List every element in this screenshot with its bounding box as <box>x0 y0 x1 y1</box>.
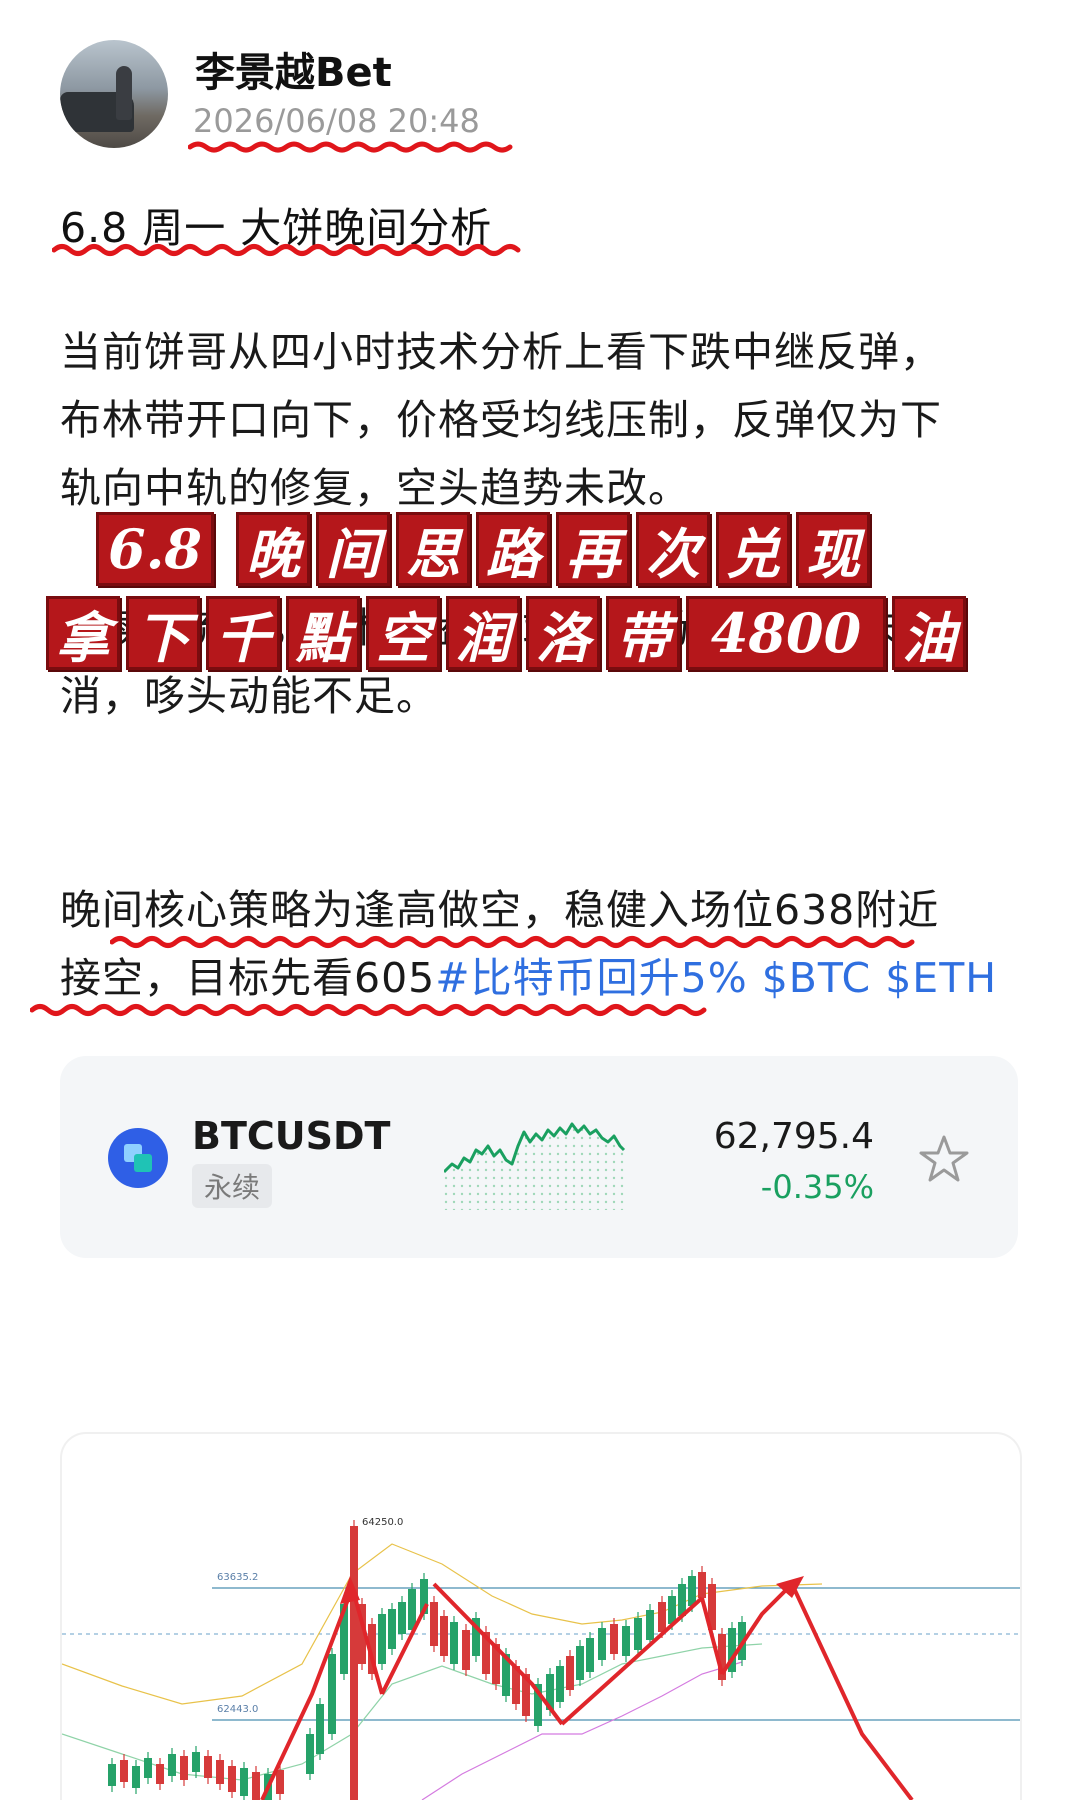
stamp-char: 再 <box>556 512 630 586</box>
stamp-char: 油 <box>892 596 966 670</box>
candle-body <box>328 1654 336 1734</box>
candle-body <box>576 1646 584 1680</box>
upper-level-label: 63635.2 <box>217 1572 258 1583</box>
stamp-char: 洛 <box>526 596 600 670</box>
stamp-char: 拿 <box>46 596 120 670</box>
candle-body <box>634 1618 642 1650</box>
chart-arrows <box>260 1576 914 1800</box>
trend-arrow-down-4 <box>790 1583 914 1800</box>
candle-body <box>398 1602 406 1634</box>
candle-body <box>658 1602 666 1632</box>
paragraph-line: 当前饼哥从四小时技术分析上看下跌中继反弹， <box>60 328 942 376</box>
stamp-char: 路 <box>476 512 550 586</box>
price-sparkline <box>444 1122 626 1210</box>
candle-body <box>698 1572 706 1598</box>
author-name[interactable]: 李景越Bet <box>195 40 392 98</box>
paragraph-line: 布林带开口向下，价格受均线压制，反弹仅为下 <box>60 396 942 444</box>
candle-body <box>306 1734 314 1774</box>
candle-body <box>144 1758 152 1778</box>
post-paragraph-1: 当前饼哥从四小时技术分析上看下跌中继反弹， 布林带开口向下，价格受均线压制，反弹… <box>60 318 1020 522</box>
candle-body <box>598 1628 606 1660</box>
stamp-char: 千 <box>206 596 280 670</box>
stamp-char: 空 <box>366 596 440 670</box>
candle-body <box>556 1666 564 1702</box>
stamp-spacer <box>220 512 230 586</box>
candle-body <box>168 1754 176 1776</box>
candle-body <box>180 1756 188 1780</box>
candle-body <box>316 1704 324 1754</box>
candle-body <box>430 1602 438 1646</box>
stamp-char: 思 <box>396 512 470 586</box>
chart-card[interactable]: 64250.0 63635.2 62443.0 <box>60 1432 1022 1800</box>
chart-candles <box>108 1520 746 1800</box>
coin-icon <box>108 1128 168 1188</box>
red-underline-timestamp <box>188 141 513 153</box>
star-icon[interactable] <box>918 1134 970 1184</box>
candle-body <box>646 1610 654 1640</box>
candle-body <box>610 1624 618 1654</box>
candle-body <box>252 1772 260 1800</box>
candle-body <box>378 1614 386 1664</box>
candle-body <box>156 1764 164 1784</box>
ticker-card[interactable]: BTCUSDT 永续 62,795.4 -0.35% <box>60 1056 1018 1258</box>
contract-type-badge: 永续 <box>192 1164 273 1208</box>
middle-band <box>62 1643 763 1781</box>
stamp-char: 次 <box>636 512 710 586</box>
candle-body <box>462 1630 470 1670</box>
strategy-text: 接空，目标先看605 <box>60 954 436 1002</box>
high-price-label: 64250.0 <box>362 1517 403 1528</box>
stamp-char: 4800 <box>686 596 886 670</box>
candle-body <box>450 1622 458 1664</box>
stamp-char: 6.8 <box>96 512 214 586</box>
stamp-char: 點 <box>286 596 360 670</box>
stamp-char: 兑 <box>716 512 790 586</box>
candle-body <box>216 1760 224 1784</box>
stamp-char: 带 <box>606 596 680 670</box>
stamp-overlay-line-2: 拿 下 千 點 空 润 洛 带 4800 油 <box>46 596 966 670</box>
stamp-char: 润 <box>446 596 520 670</box>
candle-body <box>276 1770 284 1794</box>
candle-body <box>688 1576 696 1606</box>
lower-level-label: 62443.0 <box>217 1704 258 1715</box>
hashtag-link[interactable]: #比特币回升5% $BTC $ETH <box>435 954 997 1002</box>
lower-band <box>421 1661 743 1800</box>
post-timestamp: 2026/06/08 20:48 <box>193 102 480 140</box>
candle-body <box>350 1526 358 1800</box>
stamp-char: 间 <box>316 512 390 586</box>
candle-body <box>440 1616 448 1656</box>
ticker-change: -0.35% <box>760 1168 874 1206</box>
red-underline-strategy-1 <box>110 936 915 948</box>
candle-body <box>120 1760 128 1782</box>
candle-body <box>108 1764 116 1786</box>
ticker-symbol: BTCUSDT <box>192 1114 391 1158</box>
person-silhouette <box>116 66 132 120</box>
candle-body <box>132 1766 140 1788</box>
candle-body <box>408 1589 416 1630</box>
red-underline-title <box>52 244 521 256</box>
candle-body <box>240 1768 248 1796</box>
candle-body <box>586 1638 594 1672</box>
stamp-overlay-line-1: 6.8 晚 间 思 路 再 次 兑 现 <box>96 512 870 586</box>
red-underline-strategy-2 <box>30 1004 707 1016</box>
ticker-price: 62,795.4 <box>713 1116 874 1157</box>
candle-body <box>228 1766 236 1792</box>
author-avatar[interactable] <box>60 40 168 148</box>
candle-body <box>192 1752 200 1772</box>
candle-body <box>622 1626 630 1656</box>
stamp-char: 晚 <box>236 512 310 586</box>
candle-body <box>388 1609 396 1649</box>
candlestick-chart: 64250.0 63635.2 62443.0 <box>62 1517 1020 1800</box>
stamp-char: 现 <box>796 512 870 586</box>
stamp-char: 下 <box>126 596 200 670</box>
candle-body <box>566 1656 574 1690</box>
candle-body <box>204 1756 212 1778</box>
